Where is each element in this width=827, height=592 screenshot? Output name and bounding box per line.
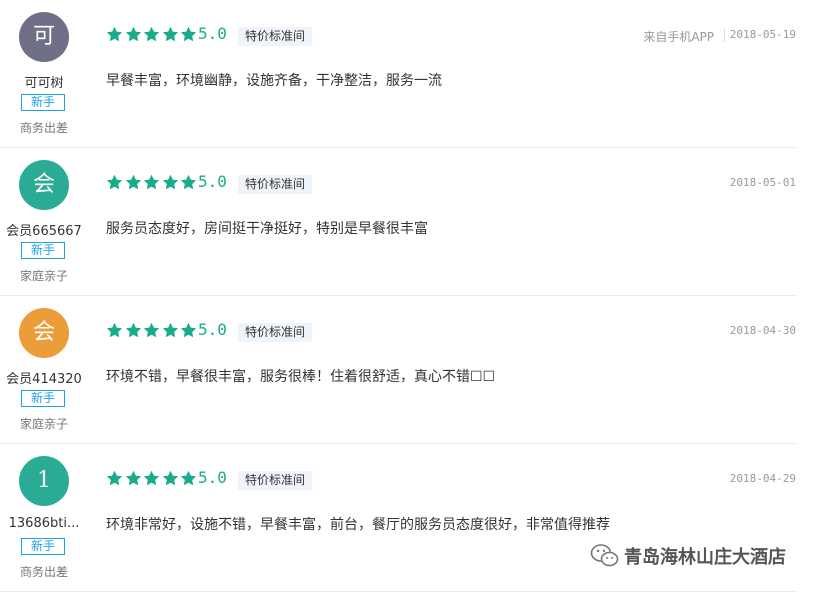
- room-type-tag: 特价标准间: [238, 27, 313, 46]
- member-badge: 新手: [21, 94, 65, 111]
- star-icon: [162, 470, 179, 487]
- avatar[interactable]: 可: [19, 12, 69, 62]
- reviewer-name[interactable]: 会员665667: [0, 220, 88, 239]
- star-icon: [180, 26, 197, 43]
- star-icon: [143, 174, 160, 191]
- rating-score: 5.0: [198, 468, 227, 487]
- review-comment: 环境不错，早餐很丰富，服务很棒！住着很舒适，真心不错☐☐: [106, 369, 496, 385]
- star-rating: [106, 468, 199, 488]
- room-type-tag: 特价标准间: [238, 323, 313, 342]
- reviewer-name[interactable]: 可可树: [0, 72, 88, 91]
- star-icon: [125, 174, 142, 191]
- star-icon: [162, 322, 179, 339]
- star-icon: [162, 174, 179, 191]
- star-rating: [106, 320, 199, 340]
- trip-type: 商务出差: [19, 565, 68, 579]
- trip-type: 商务出差: [19, 121, 68, 135]
- star-rating: [106, 24, 199, 44]
- trip-type: 家庭亲子: [19, 417, 68, 431]
- rating-score: 5.0: [198, 172, 227, 191]
- review-item: 会会员665667 新手家庭亲子 5.0 特价标准间 2018-05-01 服务员态度好，…: [0, 148, 796, 296]
- review-comment: 服务员态度好，房间挺干净挺好，特别是早餐很丰富: [106, 221, 428, 237]
- star-icon: [106, 174, 123, 191]
- member-badge: 新手: [21, 390, 65, 407]
- review-date: 2018-04-29: [729, 472, 796, 485]
- review-date: 2018-04-30: [729, 324, 796, 337]
- star-icon: [162, 26, 179, 43]
- star-icon: [180, 174, 197, 191]
- review-comment: 环境非常好，设施不错，早餐丰富，前台，餐厅的服务员态度很好，非常值得推荐: [106, 517, 610, 533]
- review-date: 2018-05-19: [729, 28, 796, 41]
- rating-score: 5.0: [198, 24, 227, 43]
- review-item: 可可可树新手商务出差 5.0 特价标准间 来自手机APP 2018-05-19 早餐丰富，…: [0, 0, 796, 148]
- member-badge: 新手: [21, 538, 65, 555]
- star-icon: [180, 322, 197, 339]
- wechat-icon: [590, 544, 619, 567]
- star-icon: [106, 470, 123, 487]
- reviewer-name[interactable]: 13686bti...: [0, 516, 88, 531]
- star-icon: [106, 322, 123, 339]
- review-comment: 早餐丰富，环境幽静，设施齐备，干净整洁，服务一流: [106, 73, 442, 89]
- avatar[interactable]: 会: [19, 308, 69, 358]
- watermark: 青岛海林山庄大酒店: [590, 541, 786, 571]
- star-icon: [180, 470, 197, 487]
- star-icon: [143, 26, 160, 43]
- star-icon: [106, 26, 123, 43]
- member-badge: 新手: [21, 242, 65, 259]
- review-date: 2018-05-01: [729, 176, 796, 189]
- reviewer-name[interactable]: 会员414320: [0, 368, 88, 387]
- room-type-tag: 特价标准间: [238, 471, 313, 490]
- star-icon: [143, 470, 160, 487]
- divider: [724, 29, 725, 42]
- review-item: 会会员414320 新手家庭亲子 5.0 特价标准间 2018-04-30 环境不错，早餐…: [0, 296, 796, 444]
- avatar[interactable]: 会: [19, 160, 69, 210]
- star-rating: [106, 172, 199, 192]
- avatar[interactable]: 1: [19, 456, 69, 506]
- star-icon: [125, 322, 142, 339]
- watermark-text: 青岛海林山庄大酒店: [624, 547, 786, 568]
- rating-score: 5.0: [198, 320, 227, 339]
- star-icon: [125, 26, 142, 43]
- room-type-tag: 特价标准间: [238, 175, 313, 194]
- star-icon: [125, 470, 142, 487]
- review-source: 来自手机APP: [643, 30, 714, 44]
- trip-type: 家庭亲子: [19, 269, 68, 283]
- star-icon: [143, 322, 160, 339]
